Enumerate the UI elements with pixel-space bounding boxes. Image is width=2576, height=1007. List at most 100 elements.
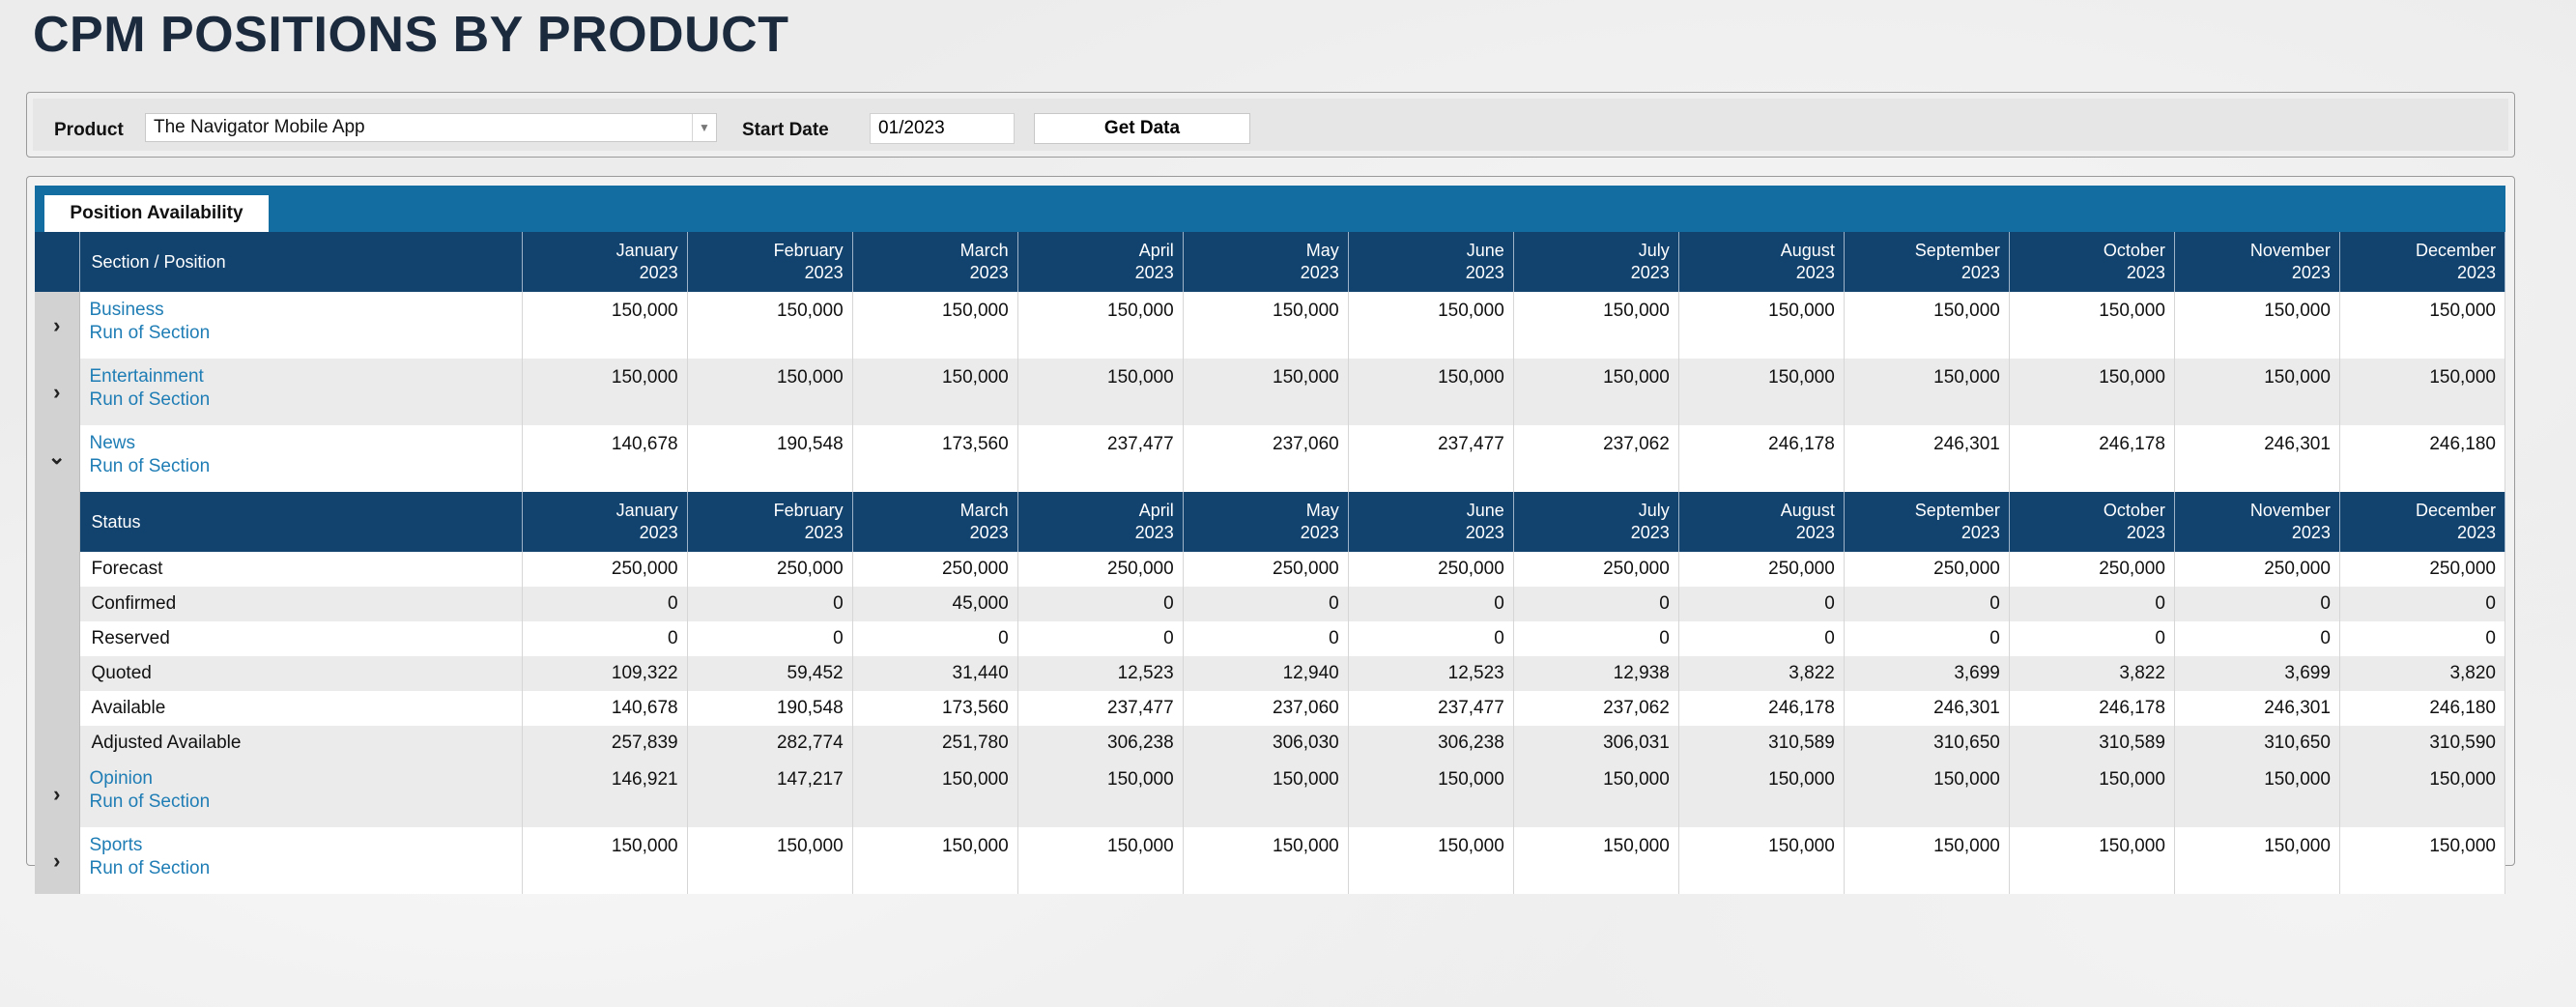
value-cell: 150,000 (2174, 359, 2340, 425)
value-cell: 150,000 (2339, 827, 2506, 894)
position-link[interactable]: Run of Section (90, 388, 522, 412)
section-position-header[interactable]: Section / Position (79, 232, 523, 292)
status-value-cell: 0 (522, 621, 688, 656)
position-link[interactable]: Run of Section (90, 791, 522, 814)
value-cell: 150,000 (1678, 761, 1845, 827)
month-header-august[interactable]: August 2023 (1678, 492, 1845, 552)
section-link-business[interactable]: Business (90, 299, 522, 322)
section-row-entertainment: › Entertainment Run of Section 150,000 150,0… (35, 359, 2506, 425)
start-date-label: Start Date (742, 120, 829, 140)
month-year: 2023 (804, 523, 844, 542)
start-date-input[interactable] (870, 113, 1015, 144)
position-link[interactable]: Run of Section (90, 455, 522, 478)
status-value-cell: 237,477 (1017, 691, 1184, 726)
month-header-july[interactable]: July 2023 (1513, 492, 1679, 552)
value-cell: 246,301 (2174, 425, 2340, 492)
month-header-september[interactable]: September 2023 (1844, 232, 2010, 292)
month-year: 2023 (1795, 523, 1835, 542)
tab-position-availability[interactable]: Position Availability (44, 195, 269, 232)
position-link[interactable]: Run of Section (90, 322, 522, 345)
status-value-cell: 250,000 (1678, 552, 1845, 587)
month-name: February (773, 501, 844, 520)
expand-toggle[interactable]: › (35, 761, 80, 827)
status-value-cell: 0 (1678, 587, 1845, 621)
month-header-november[interactable]: November 2023 (2174, 492, 2340, 552)
month-header-may[interactable]: May 2023 (1183, 232, 1349, 292)
month-year: 2023 (969, 523, 1009, 542)
status-value-cell: 140,678 (522, 691, 688, 726)
status-value-cell: 0 (1844, 621, 2010, 656)
status-value-cell: 0 (1678, 621, 1845, 656)
status-value-cell: 0 (1183, 587, 1349, 621)
collapse-toggle[interactable]: ⌄ (35, 425, 80, 492)
chevron-down-icon[interactable]: ⌄ (48, 445, 66, 470)
month-header-february[interactable]: February 2023 (687, 492, 853, 552)
section-link-opinion[interactable]: Opinion (90, 767, 522, 791)
month-year: 2023 (804, 263, 844, 282)
month-header-december[interactable]: December 2023 (2339, 232, 2506, 292)
month-header-december[interactable]: December 2023 (2339, 492, 2506, 552)
chevron-right-icon[interactable]: › (53, 313, 60, 337)
month-year: 2023 (969, 263, 1009, 282)
month-header-november[interactable]: November 2023 (2174, 232, 2340, 292)
section-link-news[interactable]: News (90, 432, 522, 455)
status-value-cell: 0 (1844, 587, 2010, 621)
month-header-september[interactable]: September 2023 (1844, 492, 2010, 552)
expand-toggle[interactable]: › (35, 292, 80, 359)
chevron-right-icon[interactable]: › (53, 782, 60, 806)
month-header-october[interactable]: October 2023 (2009, 232, 2175, 292)
position-link[interactable]: Run of Section (90, 857, 522, 880)
month-header-april[interactable]: April 2023 (1017, 232, 1184, 292)
month-header-may[interactable]: May 2023 (1183, 492, 1349, 552)
header-row: Status January 2023 February 2023 March 2023 Ap… (35, 492, 2506, 552)
month-header-february[interactable]: February 2023 (687, 232, 853, 292)
chevron-right-icon[interactable]: › (53, 380, 60, 404)
month-header-january[interactable]: January 2023 (522, 232, 688, 292)
status-value-cell: 237,060 (1183, 691, 1349, 726)
expand-toggle[interactable]: › (35, 359, 80, 425)
value-cell: 150,000 (1678, 292, 1845, 359)
status-label: Reserved (79, 621, 523, 656)
product-select[interactable]: The Navigator Mobile App ▼ (145, 113, 717, 142)
month-header-march[interactable]: March 2023 (852, 492, 1018, 552)
status-value-cell: 0 (2174, 621, 2340, 656)
status-label: Available (79, 691, 523, 726)
chevron-right-icon[interactable]: › (53, 849, 60, 873)
status-label: Confirmed (79, 587, 523, 621)
month-header-august[interactable]: August 2023 (1678, 232, 1845, 292)
month-header-october[interactable]: October 2023 (2009, 492, 2175, 552)
status-row-confirmed: Confirmed 0 0 45,000 0 0 0 0 0 0 0 0 0 (35, 587, 2506, 621)
month-header-january[interactable]: January 2023 (522, 492, 688, 552)
status-value-cell: 3,699 (1844, 656, 2010, 691)
value-cell: 246,178 (1678, 425, 1845, 492)
expand-toggle[interactable]: › (35, 827, 80, 894)
section-link-sports[interactable]: Sports (90, 834, 522, 857)
value-cell: 150,000 (1017, 761, 1184, 827)
status-value-cell: 109,322 (522, 656, 688, 691)
value-cell: 246,178 (2009, 425, 2175, 492)
month-header-july[interactable]: July 2023 (1513, 232, 1679, 292)
status-value-cell: 0 (2339, 621, 2506, 656)
value-cell: 150,000 (687, 827, 853, 894)
value-cell: 150,000 (2174, 827, 2340, 894)
month-header-june[interactable]: June 2023 (1348, 492, 1514, 552)
chevron-down-icon[interactable]: ▼ (692, 114, 716, 141)
section-link-entertainment[interactable]: Entertainment (90, 365, 522, 388)
status-value-cell: 3,699 (2174, 656, 2340, 691)
month-header-april[interactable]: April 2023 (1017, 492, 1184, 552)
get-data-button[interactable]: Get Data (1034, 113, 1250, 144)
section-row-sports: › Sports Run of Section 150,000 150,000 150,0… (35, 827, 2506, 894)
section-name-cell: Sports Run of Section (79, 827, 523, 894)
month-name: March (959, 501, 1009, 520)
status-value-cell: 246,180 (2339, 691, 2506, 726)
month-name: October (2103, 501, 2165, 520)
month-header-june[interactable]: June 2023 (1348, 232, 1514, 292)
value-cell: 150,000 (1348, 359, 1514, 425)
month-name: September (1914, 501, 2000, 520)
month-name: September (1914, 241, 2000, 260)
month-header-march[interactable]: March 2023 (852, 232, 1018, 292)
header-gutter (35, 492, 80, 552)
value-cell: 150,000 (2339, 292, 2506, 359)
status-header[interactable]: Status (79, 492, 523, 552)
status-gutter (35, 691, 80, 726)
